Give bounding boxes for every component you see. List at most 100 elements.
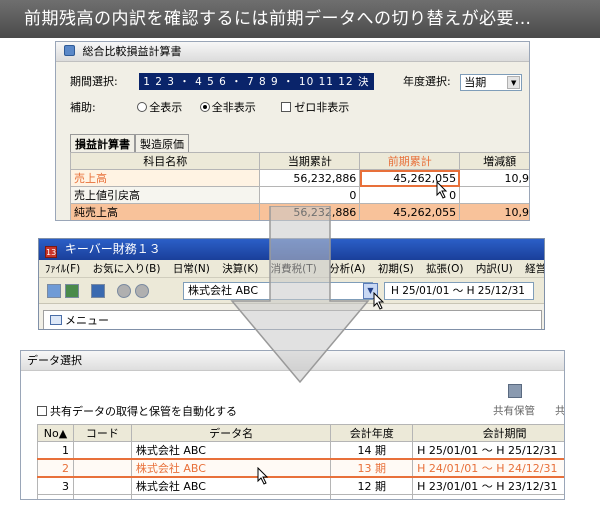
menu-file[interactable]: ﾌｧｲﾙ(F) <box>45 263 80 275</box>
pl-window-titlebar: 総合比較損益計算書 <box>56 42 529 62</box>
table-row[interactable]: 純売上高 56,232,886 45,262,055 10,97 <box>69 203 529 220</box>
instruction-banner: 前期残高の内訳を確認するには前期データへの切り替えが必要… <box>0 0 600 38</box>
year-select[interactable]: 当期 ▼ <box>460 73 523 91</box>
aux-label: 補助: <box>70 101 96 114</box>
row-fiscal-period: H 25/01/01 ～ H 25/12/31 <box>412 441 564 460</box>
report-icon <box>64 45 75 56</box>
radio-show-all[interactable]: 全表示 <box>137 101 182 114</box>
app-icon: 13 <box>45 246 57 258</box>
table-row[interactable]: 3 株式会社 ABC 12 期 H 23/01/01 ～ H 23/12/31 <box>37 476 564 495</box>
key2-icon[interactable] <box>135 284 149 298</box>
table-row[interactable]: 売上値引戻高 0 0 <box>69 186 529 204</box>
table-row-selected[interactable]: 2 株式会社 ABC 13 期 H 24/01/01 ～ H 24/12/31 <box>37 458 564 478</box>
row-data-name: 株式会社 ABC <box>130 441 332 460</box>
chevron-down-icon[interactable]: ▼ <box>363 283 378 299</box>
checkbox-icon <box>37 406 47 416</box>
col-fiscal-period[interactable]: 会計期間 <box>412 424 564 442</box>
radio-hide-all[interactable]: 全非表示 <box>199 101 256 114</box>
refresh-icon[interactable] <box>65 284 79 298</box>
menu-bar: ﾌｧｲﾙ(F) お気に入り(B) 日常(N) 決算(K) 消費税(T) 分析(A… <box>39 260 544 278</box>
year-select-value: 当期 <box>464 75 487 89</box>
menu-extend[interactable]: 拡張(O) <box>426 263 463 275</box>
prior-value: 45,262,055 <box>359 203 461 220</box>
main-window-title: キーバー財務１３ <box>64 242 161 256</box>
prior-value: 0 <box>359 186 461 204</box>
year-label: 年度選択: <box>403 75 451 88</box>
main-window-titlebar: 13 キーバー財務１３ <box>39 239 544 260</box>
table-row[interactable]: 売上高 56,232,886 45,262,055 10,97 <box>69 169 529 187</box>
current-value: 0 <box>259 186 361 204</box>
checkbox-icon <box>281 102 292 112</box>
report-tabs: 損益計算書 製造原価 <box>70 134 189 154</box>
menu-management[interactable]: 経営書 <box>525 263 544 275</box>
share-label-truncated[interactable]: 共 <box>555 403 564 418</box>
col-current-cumulative: 当期累計 <box>259 152 361 170</box>
row-fiscal-year: 14 期 <box>330 441 414 460</box>
menu-closing[interactable]: 決算(K) <box>222 263 258 275</box>
share-storage-icon[interactable] <box>508 384 522 398</box>
period-display: H 25/01/01 ～ H 25/12/31 <box>384 282 534 300</box>
current-value: 56,232,886 <box>259 169 361 187</box>
data-select-titlebar: データ選択 <box>21 351 564 371</box>
data-table-header: No▲ コード データ名 会計年度 会計期間 <box>37 424 564 442</box>
menu-favorites[interactable]: お気に入り(B) <box>93 263 161 275</box>
menu-analysis[interactable]: 分析(A) <box>329 263 365 275</box>
row-fiscal-period: H 23/01/01 ～ H 23/12/31 <box>412 476 564 495</box>
menu-initial[interactable]: 初期(S) <box>378 263 414 275</box>
table-row[interactable]: 1 株式会社 ABC 14 期 H 25/01/01 ～ H 25/12/31 <box>37 441 564 460</box>
row-data-name: 株式会社 ABC <box>130 458 332 478</box>
toolbar: 株式会社 ABC ▼ H 25/01/01 ～ H 25/12/31 <box>39 278 544 310</box>
col-no[interactable]: No▲ <box>37 424 74 442</box>
monitor-icon[interactable] <box>47 284 61 298</box>
row-fiscal-year: 13 期 <box>330 458 414 478</box>
menu-breakdown[interactable]: 内訳(U) <box>476 263 513 275</box>
period-selector[interactable]: 1 2 3 ・ 4 5 6 ・ 7 8 9 ・ 10 11 12 決 <box>139 73 374 90</box>
aux-row: 補助: 全表示 全非表示 ゼロ非表示 <box>70 99 349 115</box>
pl-table-header: 科目名称 当期累計 前期累計 増減額 <box>69 152 529 170</box>
key-icon[interactable] <box>117 284 131 298</box>
tab-income-statement[interactable]: 損益計算書 <box>70 134 135 154</box>
window-icon[interactable] <box>91 284 105 298</box>
change-value <box>459 186 529 204</box>
share-storage-label[interactable]: 共有保管 <box>493 403 535 418</box>
radio-selected-icon <box>199 102 210 112</box>
col-code[interactable]: コード <box>72 424 132 442</box>
company-select[interactable]: 株式会社 ABC <box>183 282 373 300</box>
prior-value-highlighted[interactable]: 45,262,055 <box>359 169 461 187</box>
data-list-table: No▲ コード データ名 会計年度 会計期間 1 株式会社 ABC 14 期 H… <box>37 424 564 499</box>
col-account-name: 科目名称 <box>69 152 261 170</box>
keeper-main-window: 13 キーバー財務１３ ﾌｧｲﾙ(F) お気に入り(B) 日常(N) 決算(K)… <box>38 238 545 330</box>
period-label: 期間選択: <box>70 75 118 88</box>
comparative-pl-window: 総合比較損益計算書 期間選択: 1 2 3 ・ 4 5 6 ・ 7 8 9 ・ … <box>55 41 530 221</box>
col-prior-cumulative: 前期累計 <box>359 152 461 170</box>
menu-pane[interactable]: メニュー <box>43 310 542 329</box>
row-no: 3 <box>37 476 74 495</box>
tab-manufacturing-cost[interactable]: 製造原価 <box>135 134 189 153</box>
row-fiscal-period: H 24/01/01 ～ H 24/12/31 <box>412 458 564 478</box>
col-fiscal-year[interactable]: 会計年度 <box>330 424 414 442</box>
chevron-down-icon[interactable]: ▼ <box>507 75 521 89</box>
menu-tax[interactable]: 消費税(T) <box>271 263 317 275</box>
col-change: 増減額 <box>459 152 529 170</box>
table-row[interactable] <box>37 494 564 499</box>
account-name: 売上高 <box>69 169 261 187</box>
row-data-name: 株式会社 ABC <box>130 476 332 495</box>
row-fiscal-year: 12 期 <box>330 476 414 495</box>
data-select-window: データ選択 共有保管 共 共有データの取得と保管を自動化する No▲ コード デ… <box>20 350 565 500</box>
row-empty <box>37 494 74 499</box>
row-code <box>72 458 132 478</box>
menu-daily[interactable]: 日常(N) <box>173 263 210 275</box>
pl-table: 科目名称 当期累計 前期累計 増減額 売上高 56,232,886 45,262… <box>69 152 529 220</box>
account-name: 純売上高 <box>69 203 261 220</box>
col-data-name[interactable]: データ名 <box>130 424 332 442</box>
account-name: 売上値引戻高 <box>69 186 261 204</box>
period-row: 期間選択: 1 2 3 ・ 4 5 6 ・ 7 8 9 ・ 10 11 12 決… <box>70 73 523 91</box>
change-value: 10,97 <box>459 169 529 187</box>
zero-hide-checkbox[interactable]: ゼロ非表示 <box>281 101 349 114</box>
row-code <box>72 476 132 495</box>
row-code <box>72 441 132 460</box>
pl-window-title: 総合比較損益計算書 <box>82 45 182 58</box>
current-value: 56,232,886 <box>259 203 361 220</box>
auto-share-checkbox[interactable]: 共有データの取得と保管を自動化する <box>37 403 237 419</box>
row-no: 2 <box>37 458 74 478</box>
